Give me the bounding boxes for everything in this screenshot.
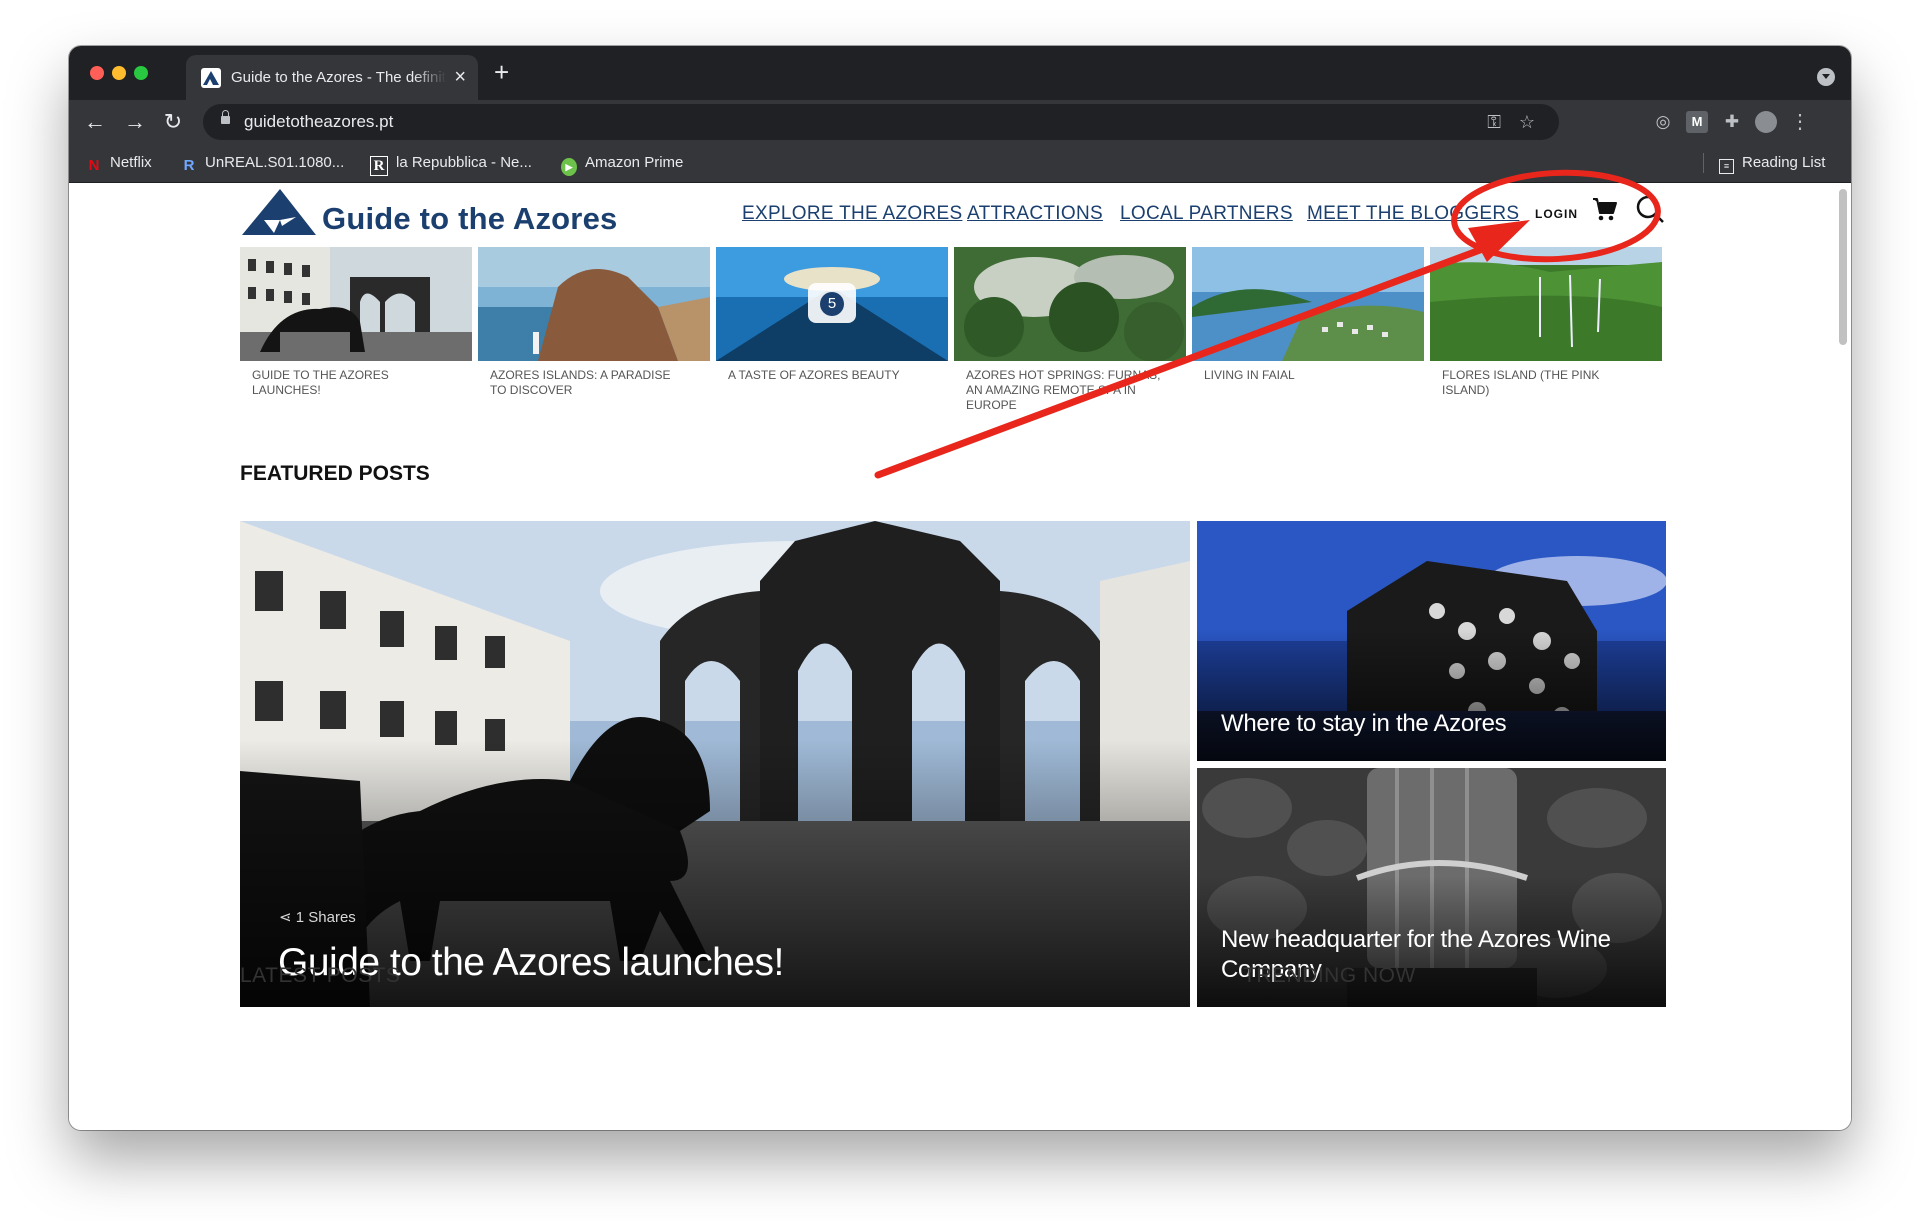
reading-list-button[interactable]: ≡ Reading List	[1719, 153, 1825, 174]
site-favicon-icon	[201, 68, 221, 88]
bookmark-repubblica[interactable]: Rla Repubblica - Ne...	[370, 153, 532, 176]
tab-close-icon[interactable]: ×	[454, 66, 466, 88]
carousel-caption-2[interactable]: AZORES ISLANDS: A PARADISE TO DISCOVER	[490, 368, 690, 398]
page-scrollbar[interactable]	[1839, 189, 1847, 345]
extension-m-icon[interactable]: M	[1686, 111, 1708, 133]
site-logo-text: Guide to the Azores	[322, 201, 618, 236]
nav-local-partners[interactable]: LOCAL PARTNERS	[1120, 203, 1293, 225]
search-icon[interactable]	[1635, 194, 1665, 224]
lock-icon[interactable]	[221, 110, 230, 124]
extension-icon[interactable]: ◎	[1652, 111, 1674, 133]
forward-arrow-icon[interactable]: →	[119, 106, 151, 138]
reading-list-icon: ≡	[1719, 159, 1734, 174]
kebab-menu-icon[interactable]: ⋮	[1789, 111, 1811, 133]
address-bar[interactable]: guidetotheazores.pt ⚿ ☆	[203, 104, 1559, 140]
browser-toolbar: ← → ↻ guidetotheazores.pt ⚿ ☆ ◎ M ✚ ⋮	[69, 100, 1851, 144]
featured-side-post-1[interactable]: Where to stay in the Azores	[1197, 521, 1666, 761]
flores-waterfalls-image	[1430, 247, 1662, 361]
share-count[interactable]: ⋖ 1 Shares	[279, 908, 356, 926]
coastal-cliff-image	[478, 247, 710, 361]
profile-avatar[interactable]	[1755, 111, 1777, 133]
bookmarks-divider	[1703, 153, 1704, 173]
carousel-thumb-6[interactable]	[1430, 247, 1662, 361]
carousel-thumb-3[interactable]: 5	[716, 247, 948, 361]
webpage: Guide to the Azores EXPLORE THE AZORES A…	[69, 183, 1851, 1130]
hot-springs-image	[954, 247, 1186, 361]
key-icon[interactable]: ⚿	[1487, 110, 1501, 134]
minimize-window-button[interactable]	[112, 66, 126, 80]
carousel-caption-6[interactable]: FLORES ISLAND (THE PINK ISLAND)	[1442, 368, 1642, 398]
share-icon: ⋖	[279, 909, 296, 926]
carousel-thumb-2[interactable]	[478, 247, 710, 361]
carousel-thumb-4[interactable]	[954, 247, 1186, 361]
site-logo[interactable]: Guide to the Azores	[240, 187, 640, 241]
repubblica-icon: R	[370, 156, 388, 176]
url-text: guidetotheazores.pt	[244, 112, 394, 131]
gallery-count: 5	[820, 292, 844, 316]
faial-harbor-image	[1192, 247, 1424, 361]
latest-posts-heading: LATEST POSTS	[240, 964, 401, 987]
bookmark-amazon-prime[interactable]: ▶ Amazon Prime	[561, 153, 683, 176]
hero-gradient-overlay	[1197, 629, 1666, 761]
back-arrow-icon[interactable]: ←	[79, 106, 111, 138]
netflix-icon: N	[88, 157, 100, 174]
nav-explore-the-azores[interactable]: EXPLORE THE AZORES	[742, 203, 962, 225]
bookmark-netflix[interactable]: N Netflix	[86, 153, 152, 174]
bookmarks-bar: N Netflix R UnREAL.S01.1080... Rla Repubbl…	[69, 144, 1851, 183]
featured-posts-heading: FEATURED POSTS	[240, 462, 430, 485]
reload-icon[interactable]: ↻	[157, 106, 189, 138]
maximize-window-button[interactable]	[134, 66, 148, 80]
tab-active[interactable]: Guide to the Azores - The definitive gui…	[186, 55, 478, 100]
carousel-thumb-1[interactable]	[240, 247, 472, 361]
nav-meet-the-bloggers[interactable]: MEET THE BLOGGERS	[1307, 203, 1519, 225]
carousel-caption-4[interactable]: AZORES HOT SPRINGS: FURNAS, AN AMAZING R…	[966, 368, 1166, 413]
browser-window: Guide to the Azores - The definitive gui…	[69, 46, 1851, 1130]
featured-side-title-1[interactable]: Where to stay in the Azores	[1221, 709, 1507, 739]
mountain-logo-icon	[242, 189, 316, 235]
shopping-cart-icon[interactable]	[1592, 196, 1618, 222]
gallery-camera-icon: 5	[808, 283, 856, 323]
nav-attractions[interactable]: ATTRACTIONS	[967, 203, 1103, 225]
r-logo-icon: R	[183, 157, 195, 174]
tab-title: Guide to the Azores - The definitive gui…	[231, 69, 446, 86]
puzzle-extensions-icon[interactable]: ✚	[1721, 111, 1743, 133]
featured-main-post[interactable]: ⋖ 1 Shares Guide to the Azores launches!	[240, 521, 1190, 1007]
trending-now-heading: TRENDING NOW	[1243, 964, 1416, 987]
login-link[interactable]: LOGIN	[1535, 207, 1578, 221]
carousel-caption-1[interactable]: GUIDE TO THE AZORES LAUNCHES!	[252, 368, 452, 398]
new-tab-button[interactable]: +	[494, 59, 509, 85]
play-icon: ▶	[561, 158, 577, 176]
tab-search-icon[interactable]	[1817, 68, 1835, 86]
carousel-thumb-5[interactable]	[1192, 247, 1424, 361]
ponta-delgada-gates-image	[240, 247, 472, 361]
bookmark-star-icon[interactable]: ☆	[1519, 110, 1535, 134]
bookmark-unreal[interactable]: R UnREAL.S01.1080...	[181, 153, 345, 174]
carousel-caption-3[interactable]: A TASTE OF AZORES BEAUTY	[728, 368, 928, 383]
tab-strip: Guide to the Azores - The definitive gui…	[69, 46, 1851, 100]
close-window-button[interactable]	[90, 66, 104, 80]
carousel-caption-5[interactable]: LIVING IN FAIAL	[1204, 368, 1404, 383]
